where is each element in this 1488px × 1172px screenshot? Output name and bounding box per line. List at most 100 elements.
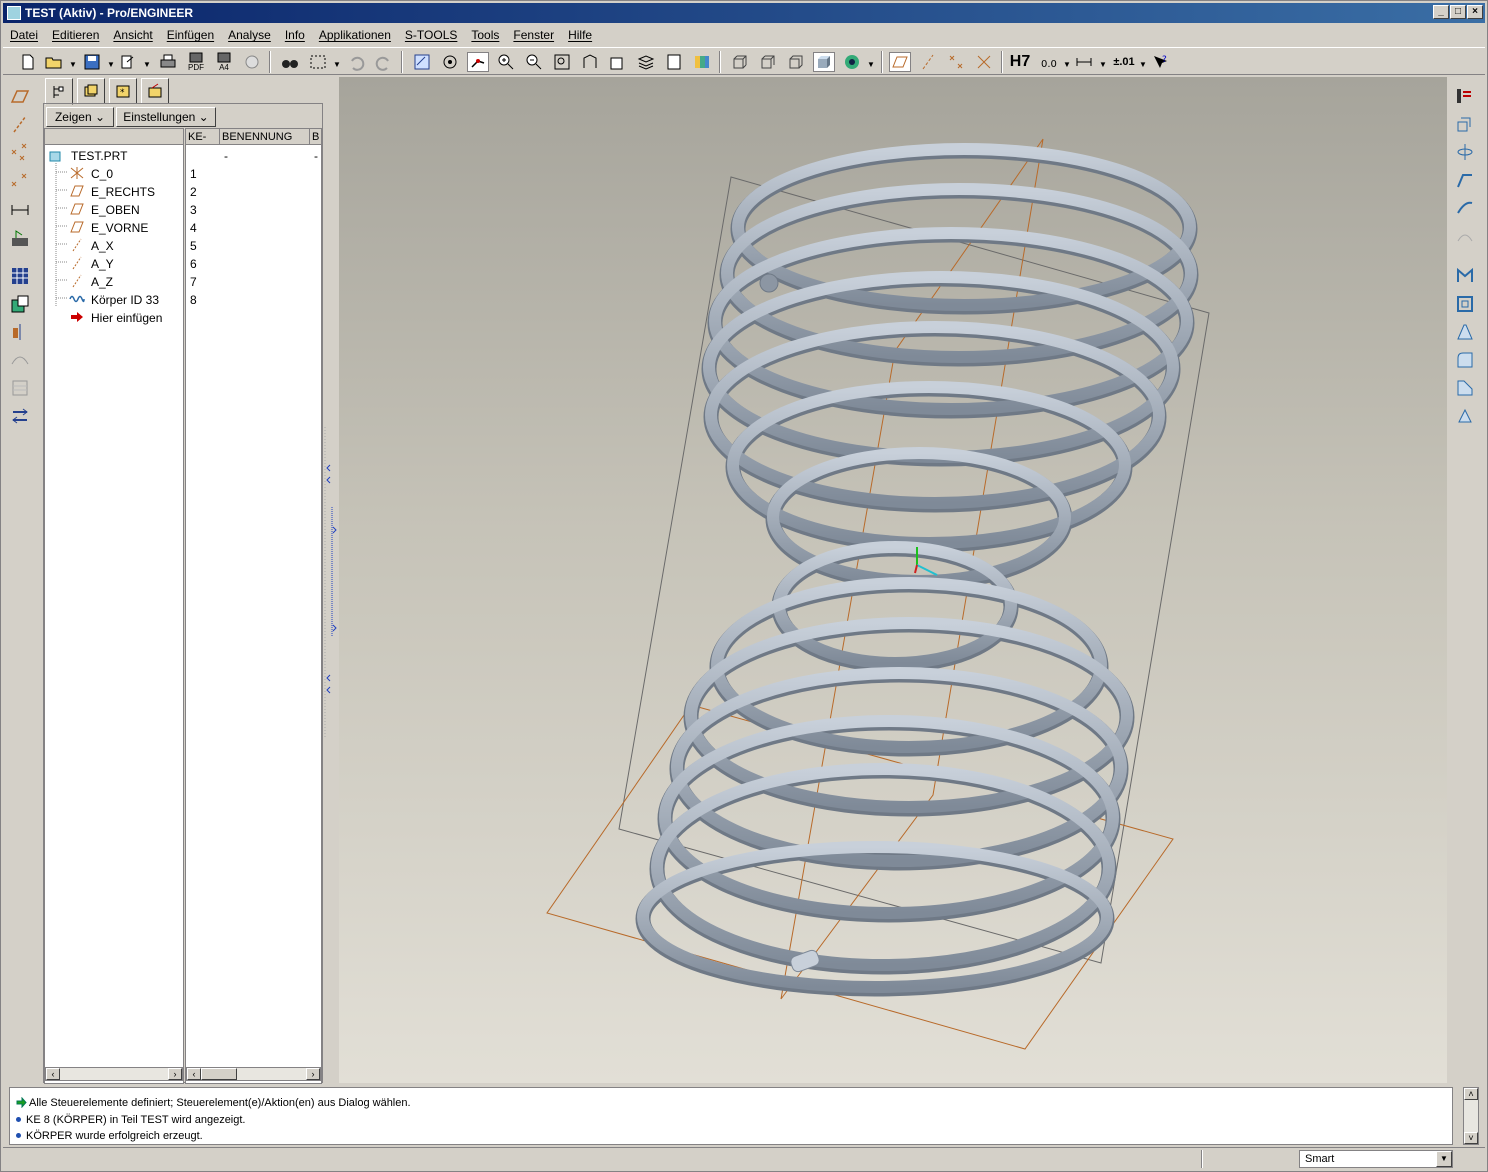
rib-tool-icon[interactable]: [1453, 265, 1477, 287]
scroll-thumb[interactable]: [201, 1068, 237, 1080]
tree-item-a-z[interactable]: A_Z: [69, 273, 113, 291]
menu-info[interactable]: Info: [278, 25, 312, 42]
model-display-icon[interactable]: [841, 52, 863, 72]
hole-tool-icon[interactable]: [1453, 85, 1477, 107]
tree-item-e-vorne[interactable]: E_VORNE: [69, 219, 148, 237]
chamfer-tool-icon[interactable]: [1453, 377, 1477, 399]
regenerate-icon[interactable]: [117, 52, 139, 72]
find-binoculars-icon[interactable]: [279, 52, 301, 72]
refit-icon[interactable]: [551, 52, 573, 72]
menu-ansicht[interactable]: Ansicht: [106, 25, 159, 42]
render-icon[interactable]: [241, 52, 263, 72]
spin-center-icon[interactable]: [439, 52, 461, 72]
undo-icon[interactable]: [345, 52, 367, 72]
select-box-icon[interactable]: [307, 52, 329, 72]
table-tool-icon[interactable]: [9, 265, 31, 287]
datum-point-tool-icon[interactable]: [9, 141, 31, 163]
appearance-icon[interactable]: [691, 52, 713, 72]
chevron-down-icon[interactable]: ▼: [1436, 1151, 1452, 1167]
datum-axis-tool-icon[interactable]: [9, 113, 31, 135]
menu-einfuegen[interactable]: Einfügen: [160, 25, 221, 42]
model-tree-tab[interactable]: [45, 78, 73, 105]
pattern-feature-icon[interactable]: [1453, 405, 1477, 427]
surface-tool-icon[interactable]: [9, 349, 31, 371]
col-header-benennung[interactable]: BENENNUNG: [220, 129, 310, 145]
draft-tool-icon[interactable]: [1453, 321, 1477, 343]
close-button[interactable]: ×: [1467, 5, 1483, 19]
folder-browser-tab[interactable]: [77, 78, 105, 104]
open-folder-icon[interactable]: [43, 52, 65, 72]
menu-editieren[interactable]: Editieren: [45, 25, 106, 42]
measure-icon[interactable]: [1073, 52, 1095, 72]
datum-point-offset-icon[interactable]: [9, 169, 31, 191]
zoom-out-icon[interactable]: [523, 52, 545, 72]
scroll-left-icon[interactable]: ‹: [46, 1068, 60, 1080]
settings-dropdown[interactable]: Einstellungen ⌄: [116, 107, 216, 127]
tolerance-value-icon[interactable]: ±.01: [1109, 52, 1139, 72]
tree-item-koerper[interactable]: Körper ID 33: [69, 291, 159, 309]
show-dropdown[interactable]: Zeigen ⌄: [46, 107, 114, 127]
shading-icon[interactable]: [813, 52, 835, 72]
menu-analyse[interactable]: Analyse: [221, 25, 278, 42]
tree-item-csys[interactable]: C_0: [69, 165, 113, 183]
menu-datei[interactable]: Datei: [3, 25, 45, 42]
minimize-button[interactable]: _: [1433, 5, 1449, 19]
datum-plane-display-icon[interactable]: [889, 52, 911, 72]
scroll-right-icon[interactable]: ›: [306, 1068, 320, 1080]
pattern-tool-icon[interactable]: [9, 377, 31, 399]
tree-item-e-oben[interactable]: E_OBEN: [69, 201, 140, 219]
maximize-button[interactable]: □: [1450, 5, 1466, 19]
scroll-left-icon[interactable]: ‹: [187, 1068, 201, 1080]
view-manager-icon[interactable]: [663, 52, 685, 72]
col-header-ke-nr[interactable]: KE-Nr.: [186, 129, 220, 145]
selection-filter-select[interactable]: Smart ▼: [1299, 1150, 1453, 1168]
round-tool-icon[interactable]: [1453, 349, 1477, 371]
mirror-tool-icon[interactable]: [9, 321, 31, 343]
a4-export-icon[interactable]: A4: [213, 52, 235, 72]
shell-tool-icon[interactable]: [1453, 293, 1477, 315]
hidden-line-icon[interactable]: [757, 52, 779, 72]
tree-horizontal-scrollbar[interactable]: ‹ ›: [45, 1067, 183, 1081]
tree-item-a-x[interactable]: A_X: [69, 237, 114, 255]
save-icon[interactable]: [81, 52, 103, 72]
redo-icon[interactable]: [373, 52, 395, 72]
datum-axis-display-icon[interactable]: [917, 52, 939, 72]
menu-applikationen[interactable]: Applikationen: [312, 25, 398, 42]
revolve-tool-icon[interactable]: [1453, 141, 1477, 163]
columns-horizontal-scrollbar[interactable]: ‹ ›: [186, 1067, 321, 1081]
layers-icon[interactable]: [635, 52, 657, 72]
datum-point-display-icon[interactable]: [945, 52, 967, 72]
print-icon[interactable]: [157, 52, 179, 72]
zoom-in-icon[interactable]: [495, 52, 517, 72]
menu-hilfe[interactable]: Hilfe: [561, 25, 599, 42]
wireframe-icon[interactable]: [729, 52, 751, 72]
menu-fenster[interactable]: Fenster: [506, 25, 561, 42]
menu-tools[interactable]: Tools: [464, 25, 506, 42]
blend-tool-icon[interactable]: [1453, 197, 1477, 219]
relations-tool-icon[interactable]: [9, 405, 31, 427]
no-hidden-icon[interactable]: [785, 52, 807, 72]
context-help-icon[interactable]: ?: [1149, 52, 1171, 72]
saved-views-icon[interactable]: [607, 52, 629, 72]
repaint-icon[interactable]: [411, 52, 433, 72]
scroll-right-icon[interactable]: ›: [168, 1068, 182, 1080]
pdf-export-icon[interactable]: PDF: [185, 52, 207, 72]
sweep-tool-icon[interactable]: [1453, 169, 1477, 191]
menu-s-tools[interactable]: S-TOOLS: [398, 25, 464, 42]
tree-item-insert-here[interactable]: Hier einfügen: [69, 309, 162, 327]
tree-item-e-rechts[interactable]: E_RECHTS: [69, 183, 155, 201]
scroll-down-icon[interactable]: ˅: [1464, 1132, 1478, 1144]
message-scrollbar[interactable]: ˄ ˅: [1463, 1087, 1479, 1145]
datum-plane-tool-icon[interactable]: [9, 85, 31, 107]
tree-item-a-y[interactable]: A_Y: [69, 255, 114, 273]
extrude-tool-icon[interactable]: [1453, 113, 1477, 135]
csys-display-icon[interactable]: [973, 52, 995, 72]
scroll-up-icon[interactable]: ˄: [1464, 1088, 1478, 1100]
new-file-icon[interactable]: [17, 52, 39, 72]
graphics-viewport[interactable]: [339, 77, 1447, 1083]
dimension-format-icon[interactable]: 0.0: [1037, 52, 1059, 72]
col-header-b[interactable]: B: [310, 129, 322, 145]
mapkey-tool-icon[interactable]: [9, 293, 31, 315]
boundary-tool-icon[interactable]: [1453, 225, 1477, 247]
sketch-tool-icon[interactable]: [9, 227, 31, 249]
